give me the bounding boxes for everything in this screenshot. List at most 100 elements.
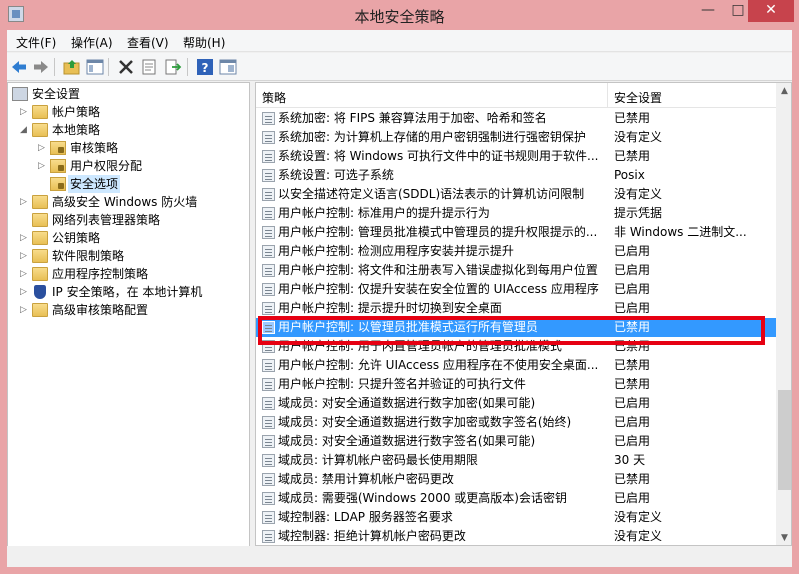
list-item[interactable]: 域成员: 禁用计算机帐户密码更改 已禁用 xyxy=(256,470,776,489)
policy-icon xyxy=(262,150,275,163)
help-icon[interactable]: ? xyxy=(196,58,214,76)
menu-action[interactable]: 操作(A) xyxy=(71,34,113,51)
policy-name: 域成员: 计算机帐户密码最长使用期限 xyxy=(278,453,478,467)
list-item[interactable]: 用户帐户控制: 只提升签名并验证的可执行文件 已禁用 xyxy=(256,375,776,394)
view-icon[interactable] xyxy=(219,58,237,76)
tree-item-ip-security[interactable]: ▷ IP 安全策略，在 本地计算机 xyxy=(8,283,249,301)
column-header-setting[interactable]: 安全设置 xyxy=(614,89,662,106)
policy-icon xyxy=(262,511,275,524)
policy-setting: 已启用 xyxy=(614,244,651,258)
forward-arrow-icon[interactable] xyxy=(32,58,50,76)
list-item[interactable]: 域控制器: LDAP 服务器签名要求 没有定义 xyxy=(256,508,776,527)
expand-icon[interactable]: ▷ xyxy=(20,103,30,121)
list-item[interactable]: 域控制器: 拒绝计算机帐户密码更改 没有定义 xyxy=(256,527,776,545)
list-item[interactable]: 用户帐户控制: 以管理员批准模式运行所有管理员 已禁用 xyxy=(256,318,776,337)
scroll-thumb[interactable] xyxy=(778,390,791,490)
tree-item-security-settings[interactable]: 安全设置 xyxy=(8,85,249,103)
list-item[interactable]: 用户帐户控制: 用于内置管理员帐户的管理员批准模式 已禁用 xyxy=(256,337,776,356)
policy-icon xyxy=(262,454,275,467)
toolbar-separator xyxy=(187,58,188,76)
export-icon[interactable] xyxy=(164,58,182,76)
up-folder-icon[interactable] xyxy=(63,58,81,76)
policy-list: 策略 安全设置 系统加密: 将 FIPS 兼容算法用于加密、哈希和签名 已禁用 系统… xyxy=(255,82,792,546)
properties-icon[interactable] xyxy=(140,58,158,76)
expand-icon[interactable]: ▷ xyxy=(20,193,30,211)
policy-setting: 没有定义 xyxy=(614,510,663,524)
list-header: 策略 安全设置 xyxy=(256,83,776,108)
menu-file[interactable]: 文件(F) xyxy=(16,34,56,51)
list-item[interactable]: 域成员: 计算机帐户密码最长使用期限 30 天 xyxy=(256,451,776,470)
list-item[interactable]: 域成员: 需要强(Windows 2000 或更高版本)会话密钥 已启用 xyxy=(256,489,776,508)
tree-item-label: 用户权限分配 xyxy=(70,159,143,173)
tree-item-security-options[interactable]: 安全选项 xyxy=(8,175,249,193)
show-tree-icon[interactable] xyxy=(86,58,104,76)
title-bar[interactable]: 本地安全策略 — □ ✕ xyxy=(0,0,799,30)
tree-item-advanced-audit[interactable]: ▷ 高级审核策略配置 xyxy=(8,301,249,319)
collapse-icon[interactable]: ◢ xyxy=(20,121,30,139)
close-button[interactable]: ✕ xyxy=(748,0,794,22)
list-item[interactable]: 用户帐户控制: 允许 UIAccess 应用程序在不使用安全桌面... 已禁用 xyxy=(256,356,776,375)
policy-setting: 已启用 xyxy=(614,301,651,315)
scroll-down-icon[interactable]: ▼ xyxy=(776,530,791,545)
list-item[interactable]: 用户帐户控制: 提示提升时切换到安全桌面 已启用 xyxy=(256,299,776,318)
policy-name: 用户帐户控制: 以管理员批准模式运行所有管理员 xyxy=(278,320,538,334)
folder-icon xyxy=(32,231,48,245)
policy-setting: 已启用 xyxy=(614,434,651,448)
list-item[interactable]: 以安全描述符定义语言(SDDL)语法表示的计算机访问限制 没有定义 xyxy=(256,185,776,204)
tree-item-local-policies[interactable]: ◢ 本地策略 xyxy=(8,121,249,139)
expand-icon[interactable]: ▷ xyxy=(20,229,30,247)
expand-icon[interactable]: ▷ xyxy=(38,139,48,157)
expand-icon[interactable]: ▷ xyxy=(20,265,30,283)
policy-name: 用户帐户控制: 允许 UIAccess 应用程序在不使用安全桌面... xyxy=(278,358,599,372)
policy-icon xyxy=(262,321,275,334)
tree-item-user-rights[interactable]: ▷ 用户权限分配 xyxy=(8,157,249,175)
policy-setting: 非 Windows 二进制文... xyxy=(614,225,747,239)
tree-item-app-control[interactable]: ▷ 应用程序控制策略 xyxy=(8,265,249,283)
list-item[interactable]: 域成员: 对安全通道数据进行数字加密或数字签名(始终) 已启用 xyxy=(256,413,776,432)
minimize-button[interactable]: — xyxy=(693,0,723,22)
policy-icon xyxy=(262,492,275,505)
list-item[interactable]: 系统设置: 将 Windows 可执行文件中的证书规则用于软件... 已禁用 xyxy=(256,147,776,166)
expand-icon[interactable]: ▷ xyxy=(20,283,30,301)
list-item[interactable]: 用户帐户控制: 检测应用程序安装并提示提升 已启用 xyxy=(256,242,776,261)
back-arrow-icon[interactable] xyxy=(10,58,28,76)
menu-bar: 文件(F) 操作(A) 查看(V) 帮助(H) xyxy=(7,30,792,52)
list-item[interactable]: 系统设置: 可选子系统 Posix xyxy=(256,166,776,185)
policy-name: 域控制器: LDAP 服务器签名要求 xyxy=(278,510,453,524)
policy-setting: Posix xyxy=(614,168,645,182)
list-item[interactable]: 域成员: 对安全通道数据进行数字加密(如果可能) 已启用 xyxy=(256,394,776,413)
policy-name: 以安全描述符定义语言(SDDL)语法表示的计算机访问限制 xyxy=(278,187,585,201)
tree-item-account-policies[interactable]: ▷ 帐户策略 xyxy=(8,103,249,121)
policy-name: 用户帐户控制: 标准用户的提升提示行为 xyxy=(278,206,490,220)
list-item[interactable]: 用户帐户控制: 管理员批准模式中管理员的提升权限提示的... 非 Windows … xyxy=(256,223,776,242)
tree-item-software-restriction[interactable]: ▷ 软件限制策略 xyxy=(8,247,249,265)
menu-help[interactable]: 帮助(H) xyxy=(183,34,225,51)
policy-setting: 已禁用 xyxy=(614,358,651,372)
policy-icon xyxy=(262,188,275,201)
delete-icon[interactable] xyxy=(117,58,135,76)
column-header-policy[interactable]: 策略 xyxy=(262,89,286,106)
tree-item-network-list[interactable]: 网络列表管理器策略 xyxy=(8,211,249,229)
folder-icon xyxy=(32,267,48,281)
tree-item-firewall[interactable]: ▷ 高级安全 Windows 防火墙 xyxy=(8,193,249,211)
expand-icon[interactable]: ▷ xyxy=(20,247,30,265)
tree-item-public-key[interactable]: ▷ 公钥策略 xyxy=(8,229,249,247)
list-item[interactable]: 用户帐户控制: 仅提升安装在安全位置的 UIAccess 应用程序 已启用 xyxy=(256,280,776,299)
policy-setting: 已启用 xyxy=(614,415,651,429)
policy-setting: 30 天 xyxy=(614,453,646,467)
list-item[interactable]: 系统加密: 为计算机上存储的用户密钥强制进行强密钥保护 没有定义 xyxy=(256,128,776,147)
scroll-up-icon[interactable]: ▲ xyxy=(776,83,791,100)
menu-view[interactable]: 查看(V) xyxy=(127,34,169,51)
expand-icon[interactable]: ▷ xyxy=(38,157,48,175)
list-item[interactable]: 系统加密: 将 FIPS 兼容算法用于加密、哈希和签名 已禁用 xyxy=(256,109,776,128)
list-item[interactable]: 域成员: 对安全通道数据进行数字签名(如果可能) 已启用 xyxy=(256,432,776,451)
tree-item-audit-policy[interactable]: ▷ 审核策略 xyxy=(8,139,249,157)
column-divider[interactable] xyxy=(607,83,608,108)
list-item[interactable]: 用户帐户控制: 标准用户的提升提示行为 提示凭据 xyxy=(256,204,776,223)
expand-icon[interactable]: ▷ xyxy=(20,301,30,319)
list-item[interactable]: 用户帐户控制: 将文件和注册表写入错误虚拟化到每用户位置 已启用 xyxy=(256,261,776,280)
policy-folder-icon xyxy=(50,159,66,173)
svg-text:?: ? xyxy=(202,61,209,75)
vertical-scrollbar[interactable]: ▲ ▼ xyxy=(776,83,791,545)
policy-setting: 没有定义 xyxy=(614,187,663,201)
